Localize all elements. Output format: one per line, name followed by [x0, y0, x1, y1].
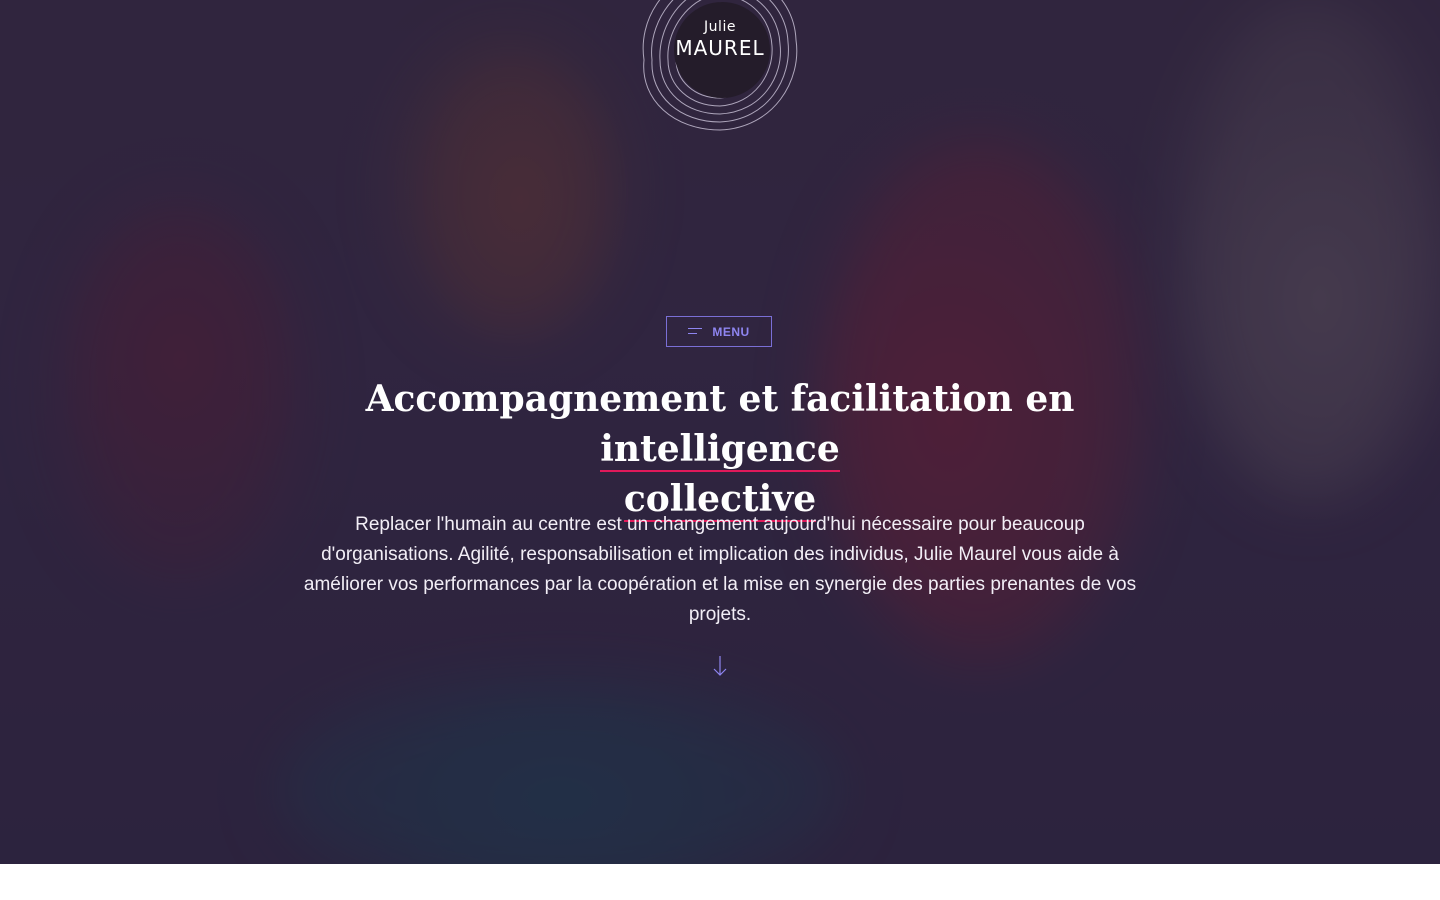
- logo-last-name: MAUREL: [675, 36, 765, 60]
- arrow-down-icon[interactable]: [711, 654, 729, 678]
- page-content: Julie MAUREL MENU Accompagnement et faci…: [0, 0, 1440, 900]
- title-highlight-intelligence: intelligence: [600, 428, 840, 472]
- menu-lines-icon: [688, 327, 704, 336]
- logo-first-name: Julie: [704, 19, 736, 35]
- logo-text[interactable]: Julie MAUREL: [672, 20, 768, 58]
- page-title: Accompagnement et facilitation en intell…: [260, 374, 1180, 524]
- title-text: Accompagnement et facilitation en: [365, 378, 1075, 420]
- menu-label: MENU: [712, 324, 750, 339]
- hero-description: Replacer l'humain au centre est un chang…: [303, 514, 1137, 625]
- menu-button[interactable]: MENU: [666, 316, 772, 347]
